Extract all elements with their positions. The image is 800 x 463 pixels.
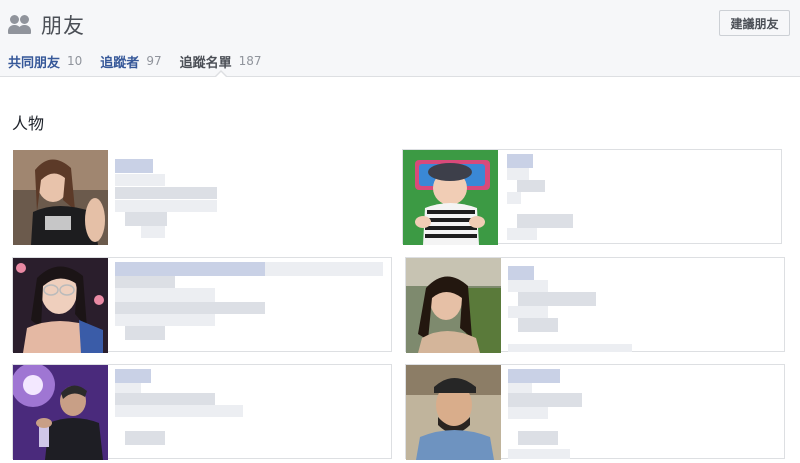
profile-photo[interactable] — [406, 258, 501, 353]
tab-count: 187 — [238, 54, 262, 68]
tab-count: 10 — [67, 54, 83, 68]
profile-photo[interactable] — [13, 258, 108, 353]
suggest-friends-button[interactable]: 建議朋友 — [719, 10, 790, 36]
profile-photo[interactable] — [403, 150, 498, 245]
person-card[interactable] — [402, 149, 782, 245]
profile-photo[interactable] — [13, 150, 108, 245]
page-header: 朋友 建議朋友 共同朋友 10 追蹤者 97 追蹤名單 187 — [0, 0, 800, 78]
person-card[interactable] — [12, 364, 392, 460]
tab-label: 共同朋友 — [8, 55, 61, 71]
profile-photo[interactable] — [406, 365, 501, 460]
tab-label: 追蹤名單 — [179, 55, 232, 71]
person-card[interactable] — [12, 257, 392, 353]
person-card[interactable] — [12, 149, 392, 245]
section-title: 人物 — [12, 114, 45, 133]
person-card[interactable] — [405, 364, 785, 460]
page-title: 朋友 — [41, 14, 85, 38]
tab-count: 97 — [146, 54, 162, 68]
person-card[interactable] — [405, 257, 785, 353]
tab-bar: 共同朋友 10 追蹤者 97 追蹤名單 187 — [8, 52, 280, 78]
tab-mutual-friends[interactable]: 共同朋友 10 — [8, 52, 83, 71]
tab-followers[interactable]: 追蹤者 97 — [100, 52, 162, 71]
title-row: 朋友 — [8, 10, 85, 40]
profile-photo[interactable] — [13, 365, 108, 460]
tab-following[interactable]: 追蹤名單 187 — [179, 52, 262, 78]
friends-icon — [8, 14, 34, 36]
tab-label: 追蹤者 — [100, 55, 140, 71]
